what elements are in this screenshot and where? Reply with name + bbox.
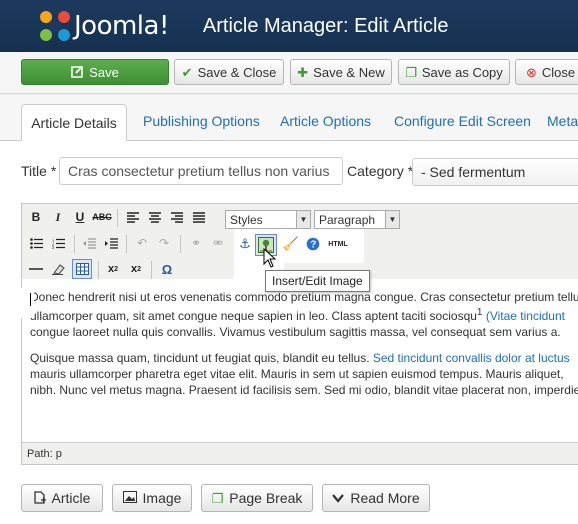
tab-article-options[interactable]: Article Options bbox=[280, 113, 371, 129]
align-left-icon[interactable] bbox=[123, 207, 143, 227]
html-source-button[interactable]: HTML bbox=[326, 234, 350, 254]
svg-text:3: 3 bbox=[52, 245, 55, 249]
paragraph-1-line-2a: ullamcorper quam, sit amet congue neque … bbox=[30, 309, 477, 323]
chevron-down-icon: ▼ bbox=[385, 211, 399, 228]
paragraph-2-line-3: nibh. Nunc vel metus magna. Praesent id … bbox=[30, 383, 578, 397]
copy-icon: ❐ bbox=[211, 490, 224, 506]
remove-format-icon[interactable] bbox=[48, 259, 68, 279]
app-header: Joomla! Article Manager: Edit Article bbox=[0, 0, 578, 52]
save-copy-button[interactable]: ❐ Save as Copy bbox=[398, 59, 510, 85]
insert-image-label: Image bbox=[142, 490, 182, 506]
align-justify-icon[interactable] bbox=[189, 207, 209, 227]
save-label: Save bbox=[89, 64, 119, 80]
insert-article-label: Article bbox=[51, 490, 91, 506]
format-select[interactable]: Paragraph ▼ bbox=[314, 210, 400, 229]
format-select-value: Paragraph bbox=[319, 213, 376, 227]
page-title: Article Manager: Edit Article bbox=[202, 14, 449, 37]
cleanup-icon[interactable]: 🧹 bbox=[281, 234, 301, 254]
page-break-label: Page Break bbox=[229, 490, 303, 506]
horizontal-rule-icon[interactable] bbox=[26, 259, 46, 279]
close-label: Close bbox=[541, 64, 576, 80]
paragraph-2-link[interactable]: Sed tincidunt convallis dolor at luctus bbox=[373, 351, 570, 365]
editor-content-area[interactable]: Donec hendrerit nisi ut eros venenatis c… bbox=[22, 279, 578, 444]
paragraph-2: Quisque massa quam, tincidunt ut feugiat… bbox=[30, 350, 578, 398]
paragraph-1-link[interactable]: (Vitae tincidunt bbox=[482, 309, 565, 323]
italic-icon[interactable]: I bbox=[48, 207, 68, 227]
edit-icon bbox=[71, 65, 84, 80]
brand-name: Joomla! bbox=[74, 11, 169, 41]
outdent-icon[interactable] bbox=[79, 233, 99, 253]
save-button[interactable]: Save bbox=[21, 59, 169, 85]
special-character-icon[interactable]: Ω bbox=[157, 259, 177, 279]
bullet-list-icon[interactable] bbox=[26, 233, 46, 253]
title-label: Title * bbox=[21, 163, 57, 179]
category-label: Category * bbox=[347, 163, 414, 179]
chevron-down-icon bbox=[332, 492, 345, 505]
category-select[interactable]: - Sed fermentum bbox=[412, 158, 578, 186]
unlink-icon[interactable]: ⚮ bbox=[208, 233, 228, 253]
tab-meta[interactable]: Meta bbox=[547, 113, 578, 129]
insert-image-editor-button[interactable]: Image bbox=[112, 484, 192, 512]
svg-text:?: ? bbox=[310, 240, 316, 251]
numbered-list-icon[interactable]: 123 bbox=[48, 233, 68, 253]
link-icon[interactable]: ⚭ bbox=[186, 233, 206, 253]
action-toolbar: Save ✔ Save & Close ✚ Save & New ❐ Save … bbox=[0, 52, 578, 94]
text-caret bbox=[30, 293, 31, 306]
editor-status-path: Path: p bbox=[22, 442, 578, 464]
page-break-button[interactable]: ❐ Page Break bbox=[201, 484, 313, 512]
picture-icon bbox=[122, 491, 137, 505]
file-add-icon bbox=[33, 490, 46, 506]
cursor-spotlight bbox=[14, 288, 34, 318]
read-more-label: Read More bbox=[350, 490, 420, 506]
title-input[interactable]: Cras consectetur pretium tellus non vari… bbox=[59, 157, 343, 185]
subscript-icon[interactable]: x2 bbox=[103, 259, 123, 279]
save-copy-label: Save as Copy bbox=[421, 64, 503, 80]
superscript-icon[interactable]: x2 bbox=[126, 259, 146, 279]
insert-image-tooltip: Insert/Edit Image bbox=[265, 270, 370, 292]
paragraph-2-line-1a: Quisque massa quam, tincidunt ut feugiat… bbox=[30, 351, 373, 365]
tab-bar: Article Details Publishing Options Artic… bbox=[0, 95, 578, 142]
anchor-button[interactable]: ⚓ bbox=[235, 234, 255, 254]
tab-article-details[interactable]: Article Details bbox=[21, 104, 127, 142]
read-more-button[interactable]: Read More bbox=[322, 484, 430, 512]
cancel-icon: ⊗ bbox=[526, 64, 537, 80]
underline-icon[interactable]: U bbox=[70, 207, 90, 227]
mouse-pointer-icon bbox=[263, 248, 277, 268]
strikethrough-icon[interactable]: ABC bbox=[92, 207, 112, 227]
joomla-logo-icon bbox=[40, 11, 70, 41]
paragraph-1-line-1: Donec hendrerit nisi ut eros venenatis c… bbox=[30, 290, 578, 304]
joomla-logo[interactable]: Joomla! bbox=[40, 11, 169, 41]
redo-icon[interactable]: ↷ bbox=[154, 233, 174, 253]
save-close-button[interactable]: ✔ Save & Close bbox=[174, 59, 284, 85]
editor-toolbar-row-1: B I U ABC Styles ▼ Paragraph ▼ bbox=[22, 207, 578, 231]
help-icon[interactable]: ? bbox=[303, 234, 323, 254]
tab-configure-edit-screen[interactable]: Configure Edit Screen bbox=[394, 113, 531, 129]
check-icon: ✔ bbox=[181, 64, 193, 80]
tab-publishing-options[interactable]: Publishing Options bbox=[143, 113, 260, 129]
undo-icon[interactable]: ↶ bbox=[132, 233, 152, 253]
align-center-icon[interactable] bbox=[145, 207, 165, 227]
paragraph-2-line-2: mauris ullamcorper pharetra eget vitae e… bbox=[30, 367, 564, 381]
styles-select[interactable]: Styles ▼ bbox=[225, 210, 311, 229]
styles-select-value: Styles bbox=[230, 213, 263, 227]
plus-icon: ✚ bbox=[297, 64, 309, 80]
save-new-label: Save & New bbox=[313, 64, 385, 80]
save-close-label: Save & Close bbox=[197, 64, 277, 80]
indent-icon[interactable] bbox=[101, 233, 121, 253]
insert-article-button[interactable]: Article bbox=[21, 484, 103, 512]
save-new-button[interactable]: ✚ Save & New bbox=[290, 59, 392, 85]
paragraph-1-line-3: congue laoreet nulla quis convallis. Viv… bbox=[30, 325, 561, 339]
align-right-icon[interactable] bbox=[167, 207, 187, 227]
chevron-down-icon: ▼ bbox=[296, 211, 310, 228]
table-icon[interactable] bbox=[72, 259, 92, 279]
close-button[interactable]: ⊗ Close bbox=[515, 59, 578, 85]
bold-icon[interactable]: B bbox=[26, 207, 46, 227]
copy-icon: ❐ bbox=[405, 64, 417, 80]
paragraph-1: Donec hendrerit nisi ut eros venenatis c… bbox=[30, 289, 578, 340]
